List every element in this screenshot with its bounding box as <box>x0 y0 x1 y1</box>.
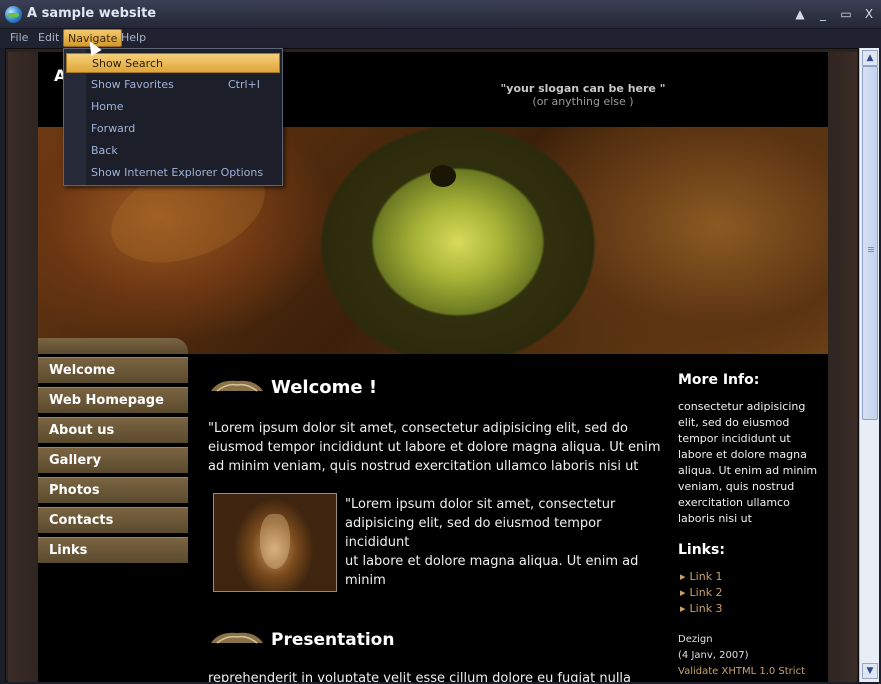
slogan-subtext: (or anything else ) <box>532 95 634 108</box>
text-line: exercitation ullamco <box>678 496 790 509</box>
more-info-text: consectetur adipisicing elit, sed do eiu… <box>678 399 828 527</box>
slogan-text: "your slogan can be here " <box>500 82 666 95</box>
vertical-scrollbar[interactable]: ▲ ▼ <box>859 48 879 682</box>
text-line: tempor incididunt ut <box>678 432 791 445</box>
menu-help[interactable]: Help <box>121 31 146 44</box>
text-line: elit, sed do eiusmod <box>678 416 790 429</box>
text-line: "Lorem ipsum dolor sit amet, consectetur… <box>208 421 628 436</box>
window-title: A sample website <box>27 6 157 21</box>
menu-file[interactable]: File <box>10 31 28 44</box>
nav-cap <box>38 338 188 354</box>
text-line: laboris nisi ut <box>678 512 752 525</box>
welcome-paragraph: "Lorem ipsum dolor sit amet, consectetur… <box>208 419 668 476</box>
scroll-thumb[interactable] <box>862 66 878 420</box>
text-line: veniam, quis nostrud <box>678 480 795 493</box>
slogan: "your slogan can be here " (or anything … <box>468 82 698 108</box>
scroll-up-window-icon[interactable]: ▲ <box>793 7 807 21</box>
links-heading: Links: <box>678 542 725 558</box>
ornament-icon <box>209 377 265 393</box>
text-line: minim <box>345 573 386 588</box>
app-globe-icon <box>5 6 22 23</box>
menu-item-ie-options[interactable]: Show Internet Explorer Options <box>66 163 280 183</box>
sidebar-link-3[interactable]: Link 3 <box>680 602 723 615</box>
nav-about-us[interactable]: About us <box>38 417 188 443</box>
menu-item-back[interactable]: Back <box>66 141 280 161</box>
title-bar: A sample website ▲ _ ▭ X <box>0 0 881 29</box>
welcome-heading: Welcome ! <box>271 377 378 398</box>
menu-item-home[interactable]: Home <box>66 97 280 117</box>
text-line: labore et dolore magna <box>678 448 807 461</box>
more-info-heading: More Info: <box>678 372 760 388</box>
grip-icon <box>868 247 874 248</box>
presentation-heading: Presentation <box>271 630 395 650</box>
minimize-button[interactable]: _ <box>816 7 830 21</box>
menu-item-show-favorites[interactable]: Show Favorites Ctrl+I <box>66 75 280 95</box>
menu-item-forward[interactable]: Forward <box>66 119 280 139</box>
presentation-text: reprehenderit in voluptate velit esse ci… <box>208 671 632 682</box>
text-line: "Lorem ipsum dolor sit amet, consectetur <box>345 497 616 512</box>
text-line: aliqua. Ut enim ad minim <box>678 464 818 477</box>
ornament-icon <box>209 629 265 645</box>
scroll-up-icon[interactable]: ▲ <box>862 50 878 66</box>
nav-gallery[interactable]: Gallery <box>38 447 188 473</box>
image-paragraph: "Lorem ipsum dolor sit amet, consectetur… <box>345 495 665 590</box>
credit-date: (4 Janv, 2007) <box>678 650 749 661</box>
banner-apple-stem <box>430 165 456 187</box>
scroll-down-icon[interactable]: ▼ <box>862 663 878 679</box>
text-line: consectetur adipisicing <box>678 400 806 413</box>
menu-edit[interactable]: Edit <box>38 31 59 44</box>
validate-xhtml-link[interactable]: Validate XHTML 1.0 Strict <box>678 666 805 677</box>
nav-welcome[interactable]: Welcome <box>38 357 188 383</box>
menu-bar: File Edit Navigate Help <box>0 29 881 48</box>
thumbnail-image <box>213 493 337 592</box>
sidebar-link-2[interactable]: Link 2 <box>680 586 723 599</box>
nav-contacts[interactable]: Contacts <box>38 507 188 533</box>
nav-links[interactable]: Links <box>38 537 188 563</box>
credit-design: Dezign <box>678 634 713 645</box>
close-button[interactable]: X <box>862 7 876 21</box>
text-line: adipisicing elit, sed do eiusmod tempor … <box>345 516 602 550</box>
maximize-button[interactable]: ▭ <box>839 7 853 21</box>
shortcut-label: Ctrl+I <box>227 78 260 91</box>
sidebar-link-1[interactable]: Link 1 <box>680 570 723 583</box>
nav-photos[interactable]: Photos <box>38 477 188 503</box>
text-line: ut labore et dolore magna aliqua. Ut eni… <box>345 554 639 569</box>
menu-item-show-search[interactable]: Show Search <box>66 53 280 73</box>
text-line: eiusmod tempor incididunt ut labore et d… <box>208 440 661 455</box>
nav-web-homepage[interactable]: Web Homepage <box>38 387 188 413</box>
text-line: ad minim veniam, quis nostrud exercitati… <box>208 459 639 474</box>
navigate-dropdown-menu: Show Search Show Favorites Ctrl+I Home Fo… <box>63 48 283 186</box>
